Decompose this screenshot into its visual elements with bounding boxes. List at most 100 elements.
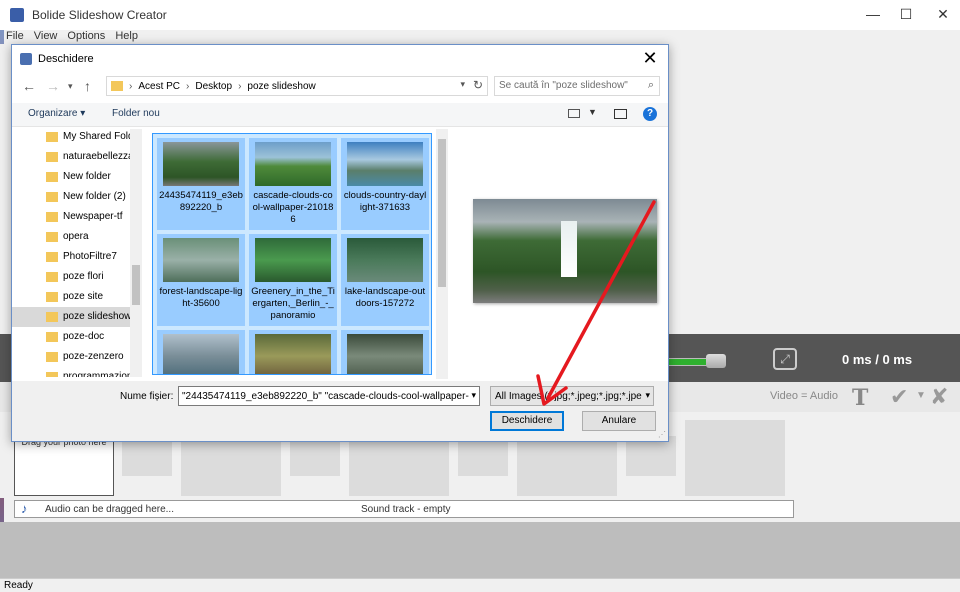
recent-chevron-icon[interactable]: ▾ [68, 81, 73, 92]
remove-check-icon[interactable]: ✘ [930, 384, 948, 410]
file-item[interactable]: forest-landscape-light-35600 [157, 234, 245, 326]
file-name: clouds-country-daylight-371633 [343, 190, 427, 213]
folder-icon [46, 252, 58, 262]
empty-area [0, 522, 960, 578]
forward-arrow-icon[interactable]: → [46, 78, 60, 94]
open-button[interactable]: Deschidere [490, 411, 564, 431]
minimize-button[interactable]: — [858, 6, 888, 22]
menu-options[interactable]: Options [67, 30, 105, 44]
time-readout: 0 ms / 0 ms [842, 352, 913, 367]
fullscreen-icon[interactable]: ⤢ [773, 348, 797, 370]
dialog-footer: Nume fișier: "24435474119_e3eb892220_b" … [12, 381, 668, 441]
nav-item[interactable]: PhotoFiltre7 [12, 247, 130, 267]
nav-scroll-thumb[interactable] [132, 265, 140, 305]
breadcrumb-separator-icon: › [238, 80, 242, 92]
checkmark-icon[interactable]: ✔ [890, 384, 908, 410]
dialog-close-button[interactable]: ✕ [638, 48, 662, 69]
transition-slot[interactable] [122, 436, 172, 476]
folder-icon [46, 232, 58, 242]
up-arrow-icon[interactable]: ↑ [84, 78, 91, 94]
file-list-scrollbar[interactable] [436, 129, 448, 379]
view-dropdown-icon[interactable]: ▼ [588, 107, 597, 117]
photo-slot[interactable] [685, 420, 785, 496]
nav-item[interactable]: New folder [12, 167, 130, 187]
transition-slot[interactable] [290, 436, 340, 476]
filename-value: "24435474119_e3eb892220_b" "cascade-clou… [182, 391, 469, 402]
file-item[interactable]: 24435474119_e3eb892220_b [157, 138, 245, 230]
back-arrow-icon[interactable]: ← [22, 78, 36, 94]
filename-label: Nume fișier: [120, 391, 174, 402]
audio-hint: Audio can be dragged here... [45, 504, 174, 515]
folder-icon [46, 212, 58, 222]
search-placeholder: Se caută în "poze slideshow" [499, 80, 628, 91]
menu-file[interactable]: File [6, 30, 24, 44]
chevron-down-icon[interactable]: ▾ [471, 390, 476, 401]
nav-item[interactable]: poze-zenzero [12, 347, 130, 367]
nav-item[interactable]: opera [12, 227, 130, 247]
search-icon[interactable]: ⌕ [648, 79, 654, 92]
transition-slot[interactable] [458, 436, 508, 476]
volume-knob[interactable] [706, 354, 726, 368]
file-item[interactable]: cascade-clouds-cool-wallpaper-210186 [249, 138, 337, 230]
filename-input[interactable]: "24435474119_e3eb892220_b" "cascade-clou… [178, 386, 480, 406]
chevron-down-icon[interactable]: ▾ [645, 390, 650, 401]
nav-item[interactable]: New folder (2) [12, 187, 130, 207]
close-button[interactable]: ✕ [928, 6, 958, 23]
folder-icon [46, 132, 58, 142]
preview-pane-icon[interactable] [614, 109, 627, 119]
dialog-titlebar: Deschidere ✕ [12, 45, 668, 73]
music-note-icon: ♪ [21, 501, 28, 516]
file-type-select[interactable]: All Images (*.jpg;*.jpeg;*.jpg;*.jpe ▾ [490, 386, 654, 406]
search-input[interactable]: Se caută în "poze slideshow" ⌕ [494, 76, 660, 96]
text-icon[interactable]: T [852, 385, 868, 411]
cancel-button[interactable]: Anulare [582, 411, 656, 431]
help-icon[interactable]: ? [643, 107, 657, 121]
nav-item-selected[interactable]: poze slideshow [12, 307, 131, 327]
image-thumbnail [255, 334, 331, 374]
status-bar: Ready [0, 578, 960, 592]
menu-view[interactable]: View [34, 30, 58, 44]
file-item[interactable] [249, 330, 337, 374]
nav-item[interactable]: poze-doc [12, 327, 130, 347]
file-scroll-thumb[interactable] [438, 139, 446, 287]
refresh-icon[interactable]: ↻ [473, 78, 483, 92]
file-item[interactable]: Greenery_in_the_Tiergarten,_Berlin_-_pan… [249, 234, 337, 326]
organize-button[interactable]: Organizare ▾ [28, 108, 85, 119]
audio-track[interactable]: ♪ Audio can be dragged here... Sound tra… [14, 500, 794, 518]
command-bar: Organizare ▾ Folder nou ▼ ? [12, 103, 668, 127]
breadcrumb-item[interactable]: poze slideshow [247, 81, 315, 92]
nav-scrollbar[interactable] [130, 129, 142, 377]
nav-item[interactable]: poze site [12, 287, 130, 307]
app-logo-icon [10, 8, 24, 22]
file-item[interactable]: clouds-country-daylight-371633 [341, 138, 429, 230]
breadcrumb-item[interactable]: Desktop [195, 81, 232, 92]
menu-help[interactable]: Help [115, 30, 138, 44]
file-item[interactable] [341, 330, 429, 374]
file-item[interactable]: lake-landscape-outdoors-157272 [341, 234, 429, 326]
image-thumbnail [163, 334, 239, 374]
image-thumbnail [163, 142, 239, 186]
chevron-down-icon[interactable]: ▼ [916, 390, 926, 401]
dialog-app-icon [20, 53, 32, 65]
folder-icon [46, 312, 58, 322]
view-mode-icon[interactable] [568, 109, 580, 118]
nav-item[interactable]: programmazione [12, 367, 138, 377]
address-bar[interactable]: › Acest PC › Desktop › poze slideshow ▾ … [106, 76, 488, 96]
file-item[interactable] [157, 330, 245, 374]
transition-slot[interactable] [626, 436, 676, 476]
new-folder-button[interactable]: Folder nou [112, 108, 160, 119]
nav-item[interactable]: poze flori [12, 267, 130, 287]
nav-item[interactable]: naturaebellezza [12, 147, 134, 167]
file-type-value: All Images (*.jpg;*.jpeg;*.jpg;*.jpe [495, 391, 642, 402]
resize-grip-icon[interactable]: ⋰ [658, 430, 666, 439]
nav-item[interactable]: Newspaper-tf [12, 207, 130, 227]
address-dropdown-icon[interactable]: ▾ [460, 79, 465, 90]
file-name: Greenery_in_the_Tiergarten,_Berlin_-_pan… [251, 286, 335, 321]
video-audio-sync-button[interactable]: Video = Audio [770, 390, 838, 402]
file-name: forest-landscape-light-35600 [159, 286, 243, 309]
maximize-button[interactable]: ☐ [891, 6, 921, 23]
folder-icon [46, 292, 58, 302]
sound-track-label: Sound track - empty [361, 504, 451, 515]
nav-item[interactable]: My Shared Fold [12, 129, 134, 147]
breadcrumb-item[interactable]: Acest PC [138, 81, 180, 92]
